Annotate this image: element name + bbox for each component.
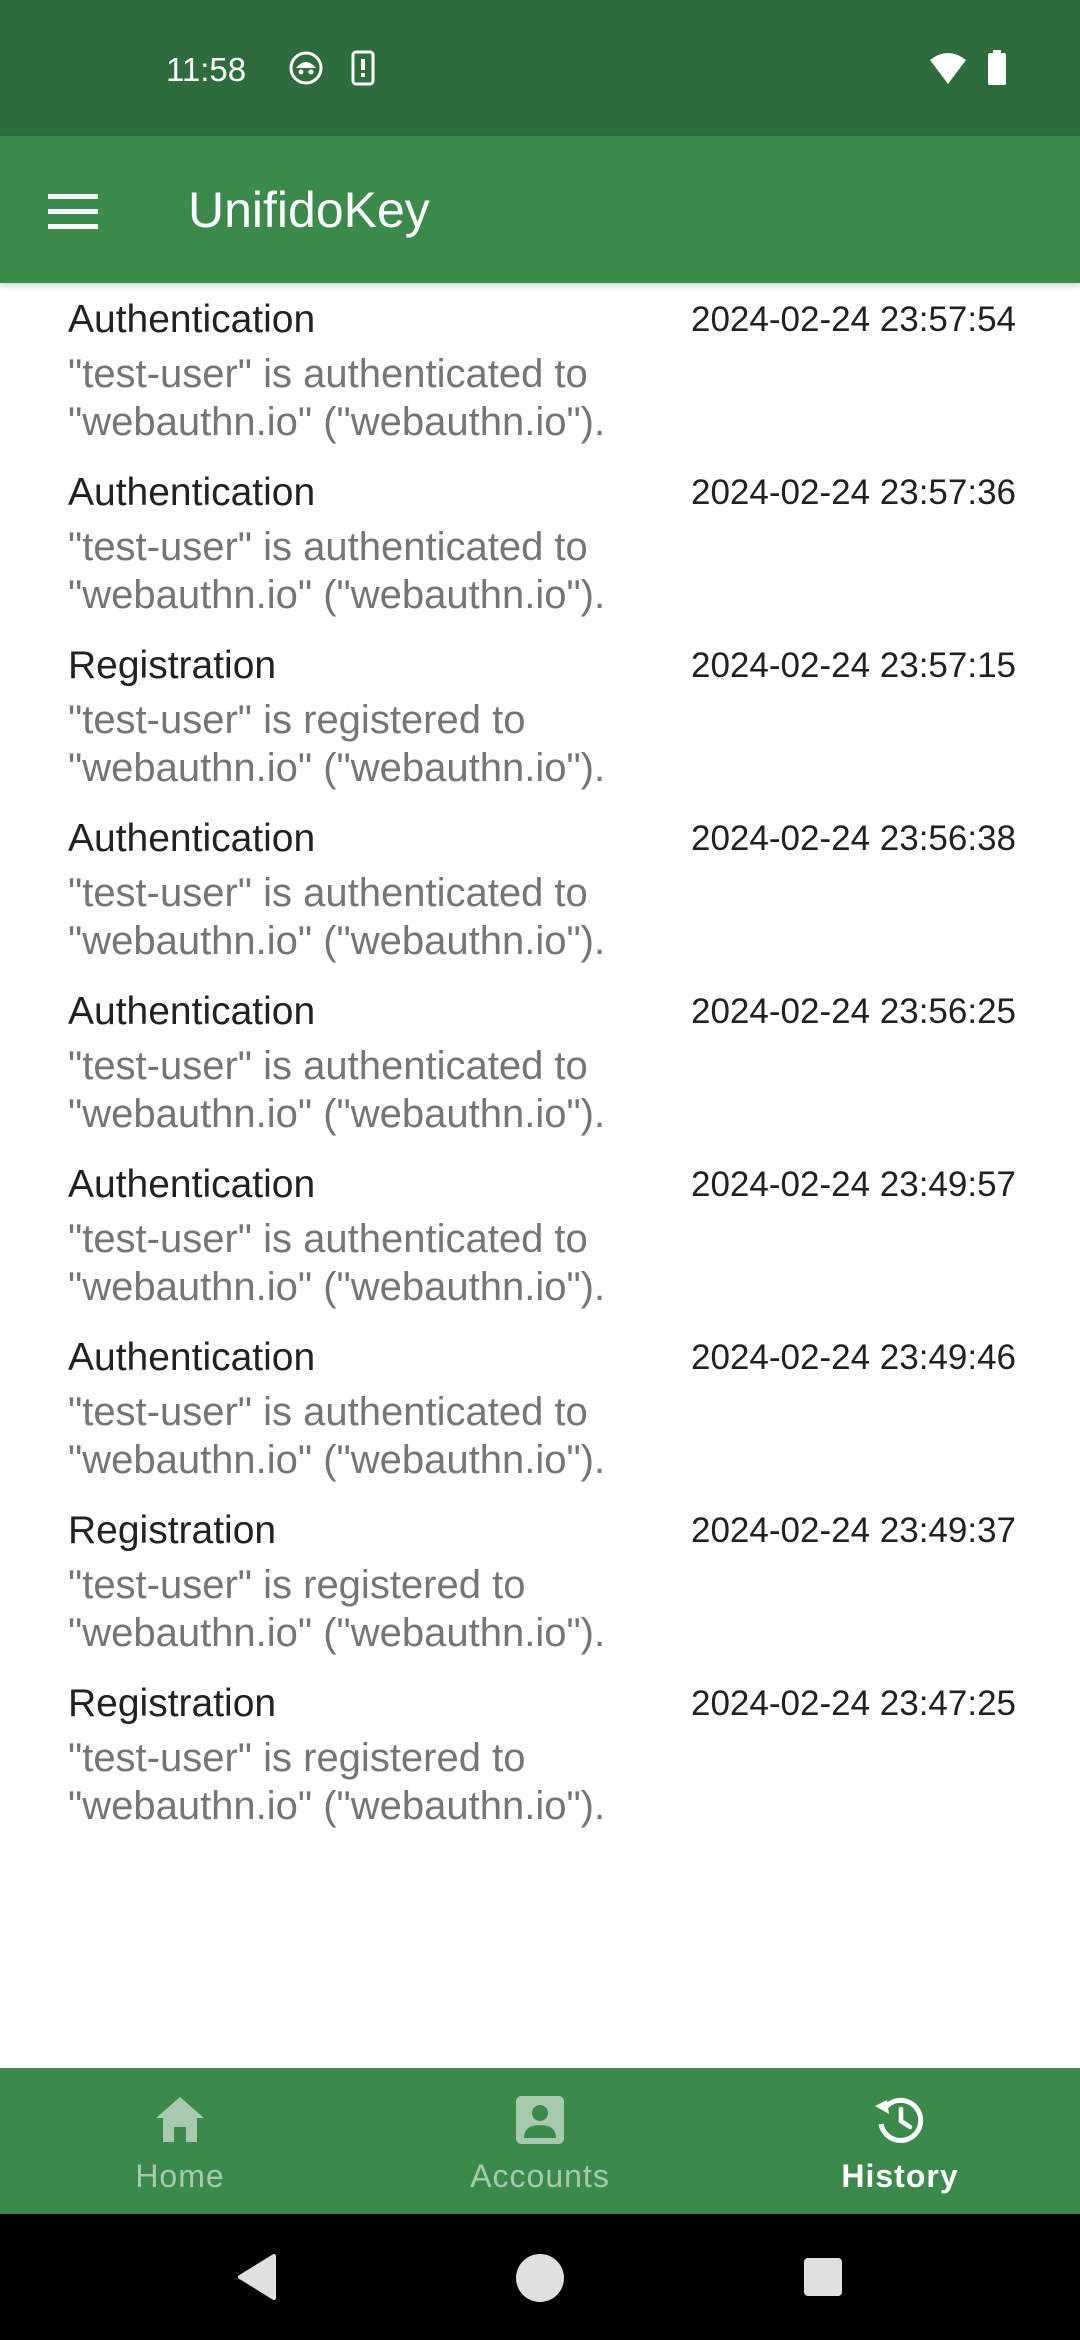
- history-item-timestamp: 2024-02-24 23:57:15: [691, 646, 1016, 685]
- app-title: UnifidoKey: [188, 182, 430, 238]
- history-item-description-line: "test-user" is authenticated to: [68, 1217, 588, 1261]
- history-item-timestamp: 2024-02-24 23:56:25: [691, 992, 1016, 1031]
- history-item-timestamp: 2024-02-24 23:57:54: [691, 300, 1016, 339]
- history-item-description: "test-user" is authenticated to "webauth…: [68, 1215, 708, 1311]
- history-item[interactable]: Authentication 2024-02-24 23:57:36 "test…: [0, 461, 1080, 634]
- history-item[interactable]: Authentication 2024-02-24 23:56:25 "test…: [0, 980, 1080, 1153]
- history-item-timestamp: 2024-02-24 23:56:38: [691, 819, 1016, 858]
- history-item-description: "test-user" is registered to "webauthn.i…: [68, 696, 708, 792]
- history-item[interactable]: Authentication 2024-02-24 23:49:46 "test…: [0, 1326, 1080, 1499]
- account-box-icon: [516, 2096, 564, 2144]
- history-item-type: Authentication: [68, 990, 316, 1033]
- history-item-description: "test-user" is authenticated to "webauth…: [68, 1388, 708, 1484]
- history-item-description-line: "test-user" is authenticated to: [68, 1044, 588, 1088]
- bottom-navigation: Home Accounts History: [0, 2068, 1080, 2214]
- history-item[interactable]: Authentication 2024-02-24 23:56:38 "test…: [0, 807, 1080, 980]
- history-item-description-line: "webauthn.io" ("webauthn.io").: [68, 1784, 606, 1828]
- history-item-description-line: "test-user" is authenticated to: [68, 1390, 588, 1434]
- battery-icon: [986, 50, 1008, 91]
- history-item-timestamp: 2024-02-24 23:57:36: [691, 473, 1016, 512]
- wifi-icon: [928, 50, 968, 91]
- history-item-description-line: "webauthn.io" ("webauthn.io").: [68, 1438, 606, 1482]
- system-home-button[interactable]: [514, 2252, 566, 2309]
- hamburger-menu-icon: [48, 194, 98, 229]
- history-item-type: Authentication: [68, 298, 316, 341]
- status-bar: 11:58: [0, 0, 1080, 136]
- history-item-description: "test-user" is authenticated to "webauth…: [68, 1042, 708, 1138]
- history-item-description-line: "test-user" is registered to: [68, 698, 526, 742]
- history-item[interactable]: Registration 2024-02-24 23:57:15 "test-u…: [0, 634, 1080, 807]
- history-item-description-line: "webauthn.io" ("webauthn.io").: [68, 746, 606, 790]
- nav-accounts[interactable]: Accounts: [360, 2068, 720, 2214]
- history-item-description-line: "webauthn.io" ("webauthn.io").: [68, 919, 606, 963]
- history-item-description: "test-user" is authenticated to "webauth…: [68, 523, 708, 619]
- history-item[interactable]: Authentication 2024-02-24 23:57:54 "test…: [0, 288, 1080, 461]
- history-item-type: Registration: [68, 1682, 277, 1725]
- history-item-description-line: "webauthn.io" ("webauthn.io").: [68, 1611, 606, 1655]
- history-item-description: "test-user" is registered to "webauthn.i…: [68, 1734, 708, 1830]
- phone-vibrate-icon: [350, 50, 376, 91]
- history-item-description: "test-user" is authenticated to "webauth…: [68, 350, 708, 446]
- nav-home[interactable]: Home: [0, 2068, 360, 2214]
- history-item-description-line: "test-user" is authenticated to: [68, 525, 588, 569]
- status-time: 11:58: [166, 51, 247, 88]
- history-icon: [875, 2097, 924, 2143]
- nav-history-label: History: [841, 2158, 959, 2194]
- history-item-type: Authentication: [68, 817, 316, 860]
- home-circle-icon: [516, 2254, 564, 2302]
- history-item-type: Registration: [68, 644, 277, 687]
- history-item-type: Registration: [68, 1509, 277, 1552]
- history-list[interactable]: Authentication 2024-02-24 23:57:54 "test…: [0, 288, 1080, 2068]
- app-bar: [0, 136, 1080, 283]
- history-item-description-line: "webauthn.io" ("webauthn.io").: [68, 1092, 606, 1136]
- history-item-timestamp: 2024-02-24 23:47:25: [691, 1684, 1016, 1723]
- history-item-description-line: "test-user" is registered to: [68, 1736, 526, 1780]
- history-item-description-line: "test-user" is registered to: [68, 1563, 526, 1607]
- history-item-type: Authentication: [68, 1163, 316, 1206]
- history-item-timestamp: 2024-02-24 23:49:37: [691, 1511, 1016, 1550]
- nav-history[interactable]: History: [720, 2068, 1080, 2214]
- nav-accounts-label: Accounts: [470, 2158, 610, 2194]
- history-item-description-line: "webauthn.io" ("webauthn.io").: [68, 400, 606, 444]
- nav-home-label: Home: [135, 2158, 225, 2194]
- history-item-timestamp: 2024-02-24 23:49:57: [691, 1165, 1016, 1204]
- system-navigation-bar: [0, 2214, 1080, 2340]
- recents-square-icon: [804, 2258, 842, 2296]
- history-item-type: Authentication: [68, 1336, 316, 1379]
- history-item-description-line: "webauthn.io" ("webauthn.io").: [68, 573, 606, 617]
- robot-face-icon: [288, 50, 324, 91]
- history-item[interactable]: Registration 2024-02-24 23:47:25 "test-u…: [0, 1672, 1080, 1845]
- history-item-description: "test-user" is authenticated to "webauth…: [68, 869, 708, 965]
- history-item[interactable]: Authentication 2024-02-24 23:49:57 "test…: [0, 1153, 1080, 1326]
- menu-button[interactable]: [36, 176, 110, 250]
- history-item-description-line: "webauthn.io" ("webauthn.io").: [68, 1265, 606, 1309]
- system-back-button[interactable]: [234, 2252, 282, 2307]
- back-triangle-icon: [238, 2254, 276, 2300]
- history-item-type: Authentication: [68, 471, 316, 514]
- home-icon: [156, 2097, 204, 2142]
- system-recents-button[interactable]: [802, 2256, 844, 2303]
- history-item-description-line: "test-user" is authenticated to: [68, 871, 588, 915]
- history-item-description-line: "test-user" is authenticated to: [68, 352, 588, 396]
- history-item[interactable]: Registration 2024-02-24 23:49:37 "test-u…: [0, 1499, 1080, 1672]
- history-item-timestamp: 2024-02-24 23:49:46: [691, 1338, 1016, 1377]
- history-item-description: "test-user" is registered to "webauthn.i…: [68, 1561, 708, 1657]
